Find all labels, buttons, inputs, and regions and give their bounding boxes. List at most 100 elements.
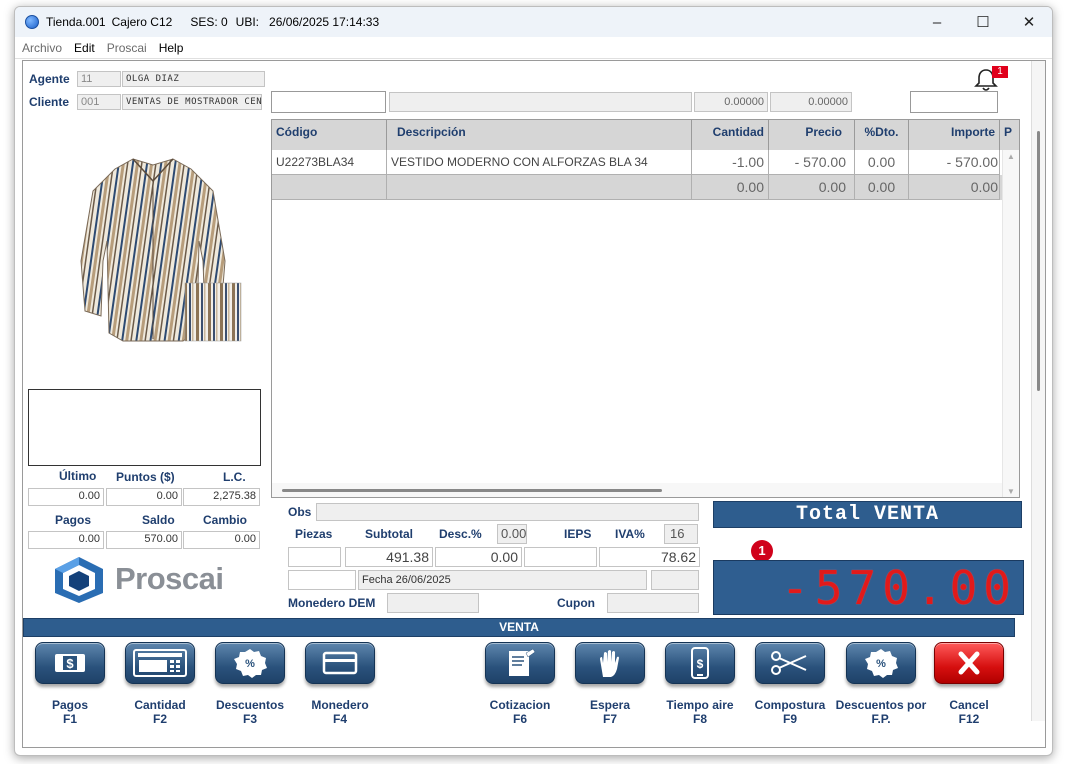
window-controls: – ☐ ✕ bbox=[914, 7, 1052, 37]
window-scrollbar[interactable] bbox=[1031, 61, 1045, 721]
cambio-label: Cambio bbox=[203, 513, 248, 527]
proscai-logo-icon bbox=[55, 557, 103, 603]
descuentos-f3-key: F3 bbox=[242, 712, 257, 726]
desc-pct-field[interactable]: 0.00 bbox=[497, 524, 527, 544]
client-code-field[interactable]: 001 bbox=[77, 94, 121, 110]
cantidad-f2-key: F2 bbox=[152, 712, 167, 726]
descuentos-f3-button[interactable]: % Descuentos F3 bbox=[205, 642, 295, 732]
mode-bar: VENTA bbox=[23, 618, 1015, 637]
table-row[interactable]: U22273BLA34 VESTIDO MODERNO CON ALFORZAS… bbox=[272, 150, 1002, 175]
compostura-f9-label: Compostura bbox=[754, 698, 826, 712]
iva-pct-field: 16 bbox=[664, 524, 698, 544]
hscroll-thumb[interactable] bbox=[282, 489, 662, 492]
cantidad-f2-label: Cantidad bbox=[134, 698, 186, 712]
monedero-f4-button[interactable]: Monedero F4 bbox=[295, 642, 385, 732]
discount-seal-icon: % bbox=[865, 649, 898, 678]
subtotal-label: Subtotal bbox=[365, 527, 413, 541]
cancel-f12-label: Cancel bbox=[949, 698, 989, 712]
col-precio[interactable]: Precio bbox=[769, 120, 855, 150]
cotizacion-f6-button[interactable]: Cotizacion F6 bbox=[475, 642, 565, 732]
col-importe[interactable]: Importe bbox=[909, 120, 1000, 150]
obs-label: Obs bbox=[288, 505, 312, 519]
pagos-f1-key: F1 bbox=[62, 712, 77, 726]
svg-text:$: $ bbox=[66, 656, 74, 671]
cell-cantidad: 0.00 bbox=[692, 175, 769, 200]
agent-label: Agente bbox=[29, 72, 70, 86]
cashier-name: Cajero C12 bbox=[111, 15, 173, 29]
cell-descripcion: VESTIDO MODERNO CON ALFORZAS BLA 34 bbox=[387, 150, 692, 175]
client-name-field[interactable]: VENTAS DE MOSTRADOR CEN bbox=[122, 94, 262, 110]
total-label: Total VENTA bbox=[713, 501, 1022, 528]
mobile-phone-icon: $ bbox=[691, 647, 709, 679]
col-p[interactable]: P bbox=[1000, 120, 1019, 150]
puntos-label: Puntos ($) bbox=[116, 470, 175, 484]
obs-field[interactable] bbox=[316, 503, 699, 521]
card-icon bbox=[322, 651, 358, 675]
cambio-field: 0.00 bbox=[183, 531, 260, 549]
saldo-field: 570.00 bbox=[106, 531, 182, 549]
cancel-f12-key: F12 bbox=[958, 712, 980, 726]
cancel-f12-button[interactable]: Cancel F12 bbox=[924, 642, 1014, 732]
compostura-f9-button[interactable]: Compostura F9 bbox=[745, 642, 835, 732]
svg-text:$: $ bbox=[697, 657, 704, 671]
fecha-field: Fecha 26/06/2025 bbox=[358, 570, 647, 590]
total-badge: 1 bbox=[751, 540, 773, 562]
cell-importe: - 570.00 bbox=[909, 150, 1000, 175]
ieps-field bbox=[524, 547, 597, 567]
agent-name-field[interactable]: OLGA DIAZ bbox=[122, 71, 265, 87]
descuentos-fp-button[interactable]: % Descuentos por F.P. bbox=[835, 642, 927, 732]
desc-label: Desc.% bbox=[439, 527, 482, 541]
window-scroll-thumb[interactable] bbox=[1037, 131, 1040, 391]
agent-code-field[interactable]: 11 bbox=[77, 71, 121, 87]
minimize-button[interactable]: – bbox=[914, 7, 960, 37]
grid-horizontal-scrollbar[interactable] bbox=[272, 483, 1002, 497]
espera-f7-label: Espera bbox=[589, 698, 631, 712]
col-descripcion[interactable]: Descripción bbox=[387, 120, 692, 150]
menu-archivo[interactable]: Archivo bbox=[15, 41, 68, 55]
piezas-label: Piezas bbox=[295, 527, 333, 541]
grid-vertical-scrollbar[interactable]: ▲ ▼ bbox=[1002, 150, 1019, 497]
session-info: SES: 0 bbox=[190, 15, 228, 29]
scroll-up-arrow-icon[interactable]: ▲ bbox=[1003, 150, 1019, 164]
iva-label: IVA% bbox=[615, 527, 645, 541]
notification-count-badge: 1 bbox=[992, 66, 1008, 78]
table-row[interactable]: 0.00 0.00 0.00 0.00 bbox=[272, 175, 1002, 200]
maximize-button[interactable]: ☐ bbox=[960, 7, 1006, 37]
col-codigo[interactable]: Código bbox=[272, 120, 387, 150]
monedero-field[interactable] bbox=[387, 593, 479, 613]
cupon-field[interactable] bbox=[607, 593, 699, 613]
pagos-f1-button[interactable]: $ Pagos F1 bbox=[25, 642, 115, 732]
descuentos-f3-label: Descuentos bbox=[215, 698, 285, 712]
subtotal-field: 491.38 bbox=[345, 547, 433, 567]
brand-name: Proscai bbox=[115, 561, 224, 596]
col-dto[interactable]: %Dto. bbox=[855, 120, 909, 150]
col-cantidad[interactable]: Cantidad bbox=[692, 120, 769, 150]
aux-field bbox=[288, 570, 356, 590]
cell-dto: 0.00 bbox=[855, 150, 909, 175]
scroll-down-arrow-icon[interactable]: ▼ bbox=[1003, 485, 1019, 497]
dollar-bill-icon: $ bbox=[55, 654, 85, 672]
cell-cantidad: -1.00 bbox=[692, 150, 769, 175]
espera-f7-button[interactable]: Espera F7 bbox=[565, 642, 655, 732]
menu-proscai[interactable]: Proscai bbox=[101, 41, 153, 55]
cell-codigo: U22273BLA34 bbox=[272, 150, 387, 175]
cell-codigo bbox=[272, 175, 387, 200]
lc-field: 2,275.38 bbox=[183, 488, 260, 506]
app-globe-icon bbox=[25, 15, 39, 29]
cell-dto: 0.00 bbox=[855, 175, 909, 200]
svg-text:%: % bbox=[245, 658, 255, 670]
menu-edit[interactable]: Edit bbox=[68, 41, 101, 55]
cell-descripcion bbox=[387, 175, 692, 200]
menu-help[interactable]: Help bbox=[153, 41, 190, 55]
tiempo-aire-f8-button[interactable]: $ Tiempo aire F8 bbox=[655, 642, 745, 732]
close-button[interactable]: ✕ bbox=[1006, 7, 1052, 37]
aux-field-2 bbox=[651, 570, 699, 590]
tiempo-aire-f8-key: F8 bbox=[692, 712, 707, 726]
extra-input[interactable] bbox=[910, 91, 998, 113]
value-field-1: 0.00000 bbox=[694, 92, 768, 112]
barcode-input[interactable] bbox=[271, 91, 386, 113]
pagos-label: Pagos bbox=[55, 513, 92, 527]
ultimo-label: Último bbox=[59, 469, 97, 483]
cantidad-f2-button[interactable]: Cantidad F2 bbox=[115, 642, 205, 732]
value-field-2: 0.00000 bbox=[770, 92, 852, 112]
